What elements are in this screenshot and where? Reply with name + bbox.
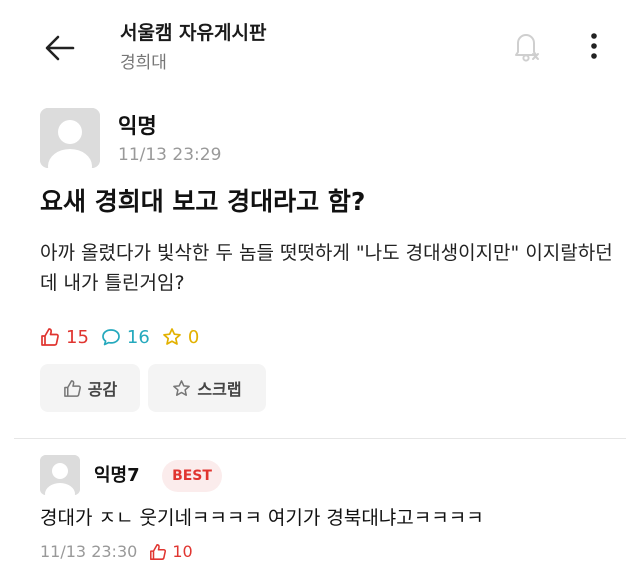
- scrap-button-label: 스크랩: [197, 380, 242, 399]
- like-button[interactable]: 공감: [40, 364, 140, 412]
- scrap-count: 0: [162, 327, 199, 348]
- bell-off-icon: [515, 34, 539, 62]
- post-author-row: 익명 11/13 23:29: [40, 108, 600, 170]
- board-subtitle: 경희대: [120, 53, 167, 73]
- star-icon: [162, 328, 181, 345]
- notification-toggle-button[interactable]: [506, 26, 546, 66]
- like-button-label: 공감: [87, 380, 118, 399]
- comment-count: 16: [101, 327, 150, 348]
- thumbs-up-icon: [63, 379, 81, 397]
- default-avatar-icon: [40, 108, 100, 168]
- comment-like-value: 10: [172, 542, 193, 561]
- default-avatar-icon: [40, 455, 80, 495]
- speech-bubble-icon: [102, 329, 120, 346]
- like-count-value: 15: [66, 326, 89, 348]
- back-button[interactable]: [38, 28, 82, 68]
- thumbs-up-icon: [41, 328, 59, 346]
- comment-timestamp: 11/13 23:30: [40, 542, 138, 561]
- more-options-button[interactable]: [576, 26, 612, 66]
- comment-like-count: 10: [149, 540, 193, 564]
- comment-text: 경대가 ㅈㄴ 웃기네ㅋㅋㅋㅋ 여기가 경북대냐고ㅋㅋㅋㅋ: [40, 507, 484, 529]
- thumbs-up-icon: [150, 544, 167, 560]
- more-vertical-icon: [591, 33, 597, 59]
- post-body: 아까 올렸다가 빛삭한 두 놈들 떳떳하게 "나도 경대생이지만" 이지랄하던데…: [40, 242, 613, 294]
- scrap-button[interactable]: 스크랩: [148, 364, 266, 412]
- board-title: 서울캠 자유게시판: [120, 22, 267, 44]
- star-icon: [173, 379, 191, 396]
- comment-meta: 11/13 23:30 10: [40, 540, 193, 564]
- avatar: [40, 108, 100, 168]
- comment-author-name: 익명7: [94, 465, 140, 486]
- post-author-name: 익명: [118, 114, 157, 138]
- like-count: 15: [40, 327, 89, 348]
- best-badge: BEST: [162, 460, 222, 492]
- divider: [14, 438, 626, 439]
- post-title: 요새 경희대 보고 경대라고 함?: [40, 187, 366, 216]
- post-stats: 15 16 0: [40, 322, 211, 352]
- comment-item: 익명7 BEST 경대가 ㅈㄴ 웃기네ㅋㅋㅋㅋ 여기가 경북대냐고ㅋㅋㅋㅋ 11…: [40, 452, 620, 570]
- comment-count-value: 16: [126, 326, 150, 348]
- back-arrow-icon: [45, 35, 75, 61]
- comment-avatar: [40, 455, 80, 495]
- board-title-group: 서울캠 자유게시판 경희대: [120, 20, 266, 75]
- post-timestamp: 11/13 23:29: [118, 145, 222, 165]
- top-app-bar: 서울캠 자유게시판 경희대: [0, 0, 640, 96]
- scrap-count-value: 0: [187, 326, 200, 348]
- post-actions: 공감 스크랩: [40, 364, 274, 412]
